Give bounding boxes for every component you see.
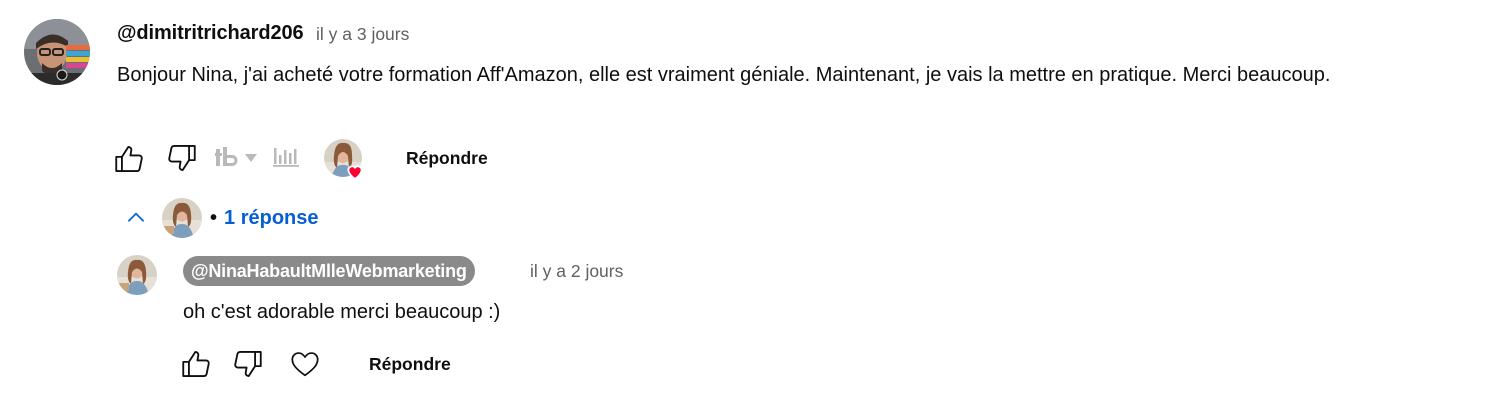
comment-text: Bonjour Nina, j'ai acheté votre formatio…	[117, 64, 1331, 86]
thumb-down-icon[interactable]	[164, 140, 200, 176]
replies-toggle[interactable]: • 1 réponse	[118, 196, 319, 240]
reply-button[interactable]: Répondre	[406, 148, 488, 169]
stats-icon[interactable]	[272, 144, 300, 168]
thumb-up-icon[interactable]	[178, 346, 214, 382]
separator-dot: •	[210, 206, 218, 229]
reply-text: oh c'est adorable merci beaucoup :)	[183, 301, 501, 323]
thumb-down-icon[interactable]	[230, 346, 266, 382]
replier-avatar-small	[162, 198, 202, 238]
commenter-name[interactable]: @dimitritrichard206	[117, 22, 304, 45]
replies-count-label[interactable]: 1 réponse	[224, 207, 318, 230]
reply-button[interactable]: Répondre	[369, 354, 451, 375]
caret-down-icon[interactable]	[245, 152, 257, 164]
reply-timestamp[interactable]: il y a 2 jours	[530, 261, 623, 282]
comment-timestamp[interactable]: il y a 3 jours	[316, 24, 409, 45]
chevron-up-icon[interactable]	[118, 200, 154, 236]
replier-name-badge[interactable]: @NinaHabaultMlleWebmarketing	[183, 256, 475, 286]
creator-heart-icon[interactable]	[323, 138, 367, 182]
commenter-avatar[interactable]	[24, 19, 90, 85]
thumb-up-icon[interactable]	[111, 141, 147, 177]
heart-icon[interactable]	[287, 346, 323, 382]
replier-avatar[interactable]	[117, 255, 157, 295]
tubebuddy-icon[interactable]	[215, 146, 241, 168]
